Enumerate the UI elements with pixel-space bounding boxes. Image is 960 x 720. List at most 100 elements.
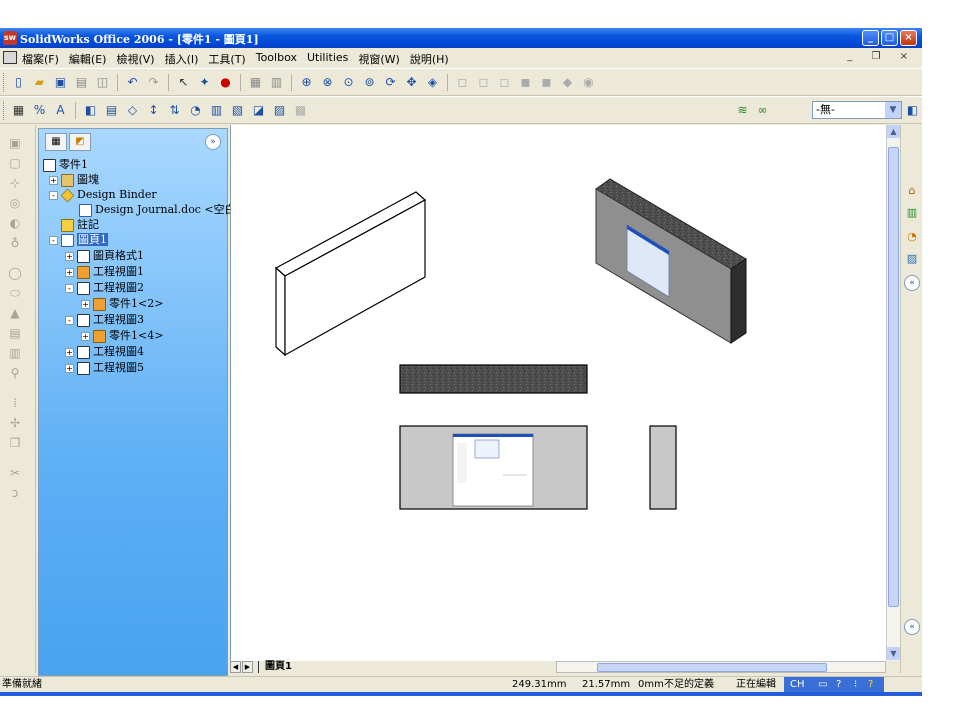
- arc-icon[interactable]: ◐: [7, 215, 23, 231]
- top-view-icon[interactable]: ◼: [538, 74, 555, 91]
- hatch-icon[interactable]: ▲: [7, 305, 23, 321]
- expand-panel-button[interactable]: »: [205, 134, 221, 150]
- solidworks-app-icon[interactable]: sw: [3, 31, 17, 45]
- collapse-task-pane-icon[interactable]: «: [904, 275, 920, 291]
- file-explorer-icon[interactable]: ◔: [904, 229, 920, 245]
- menu-edit[interactable]: 編輯(E): [69, 51, 107, 67]
- back-view-icon[interactable]: ◻: [475, 74, 492, 91]
- select-icon[interactable]: ↖: [175, 74, 192, 91]
- front-view-icon[interactable]: ◻: [454, 74, 471, 91]
- tree-node-root[interactable]: 零件1: [43, 157, 88, 172]
- tree-node-drawing-view-1[interactable]: + 工程視圖1: [65, 264, 144, 279]
- collapse-toggle[interactable]: -: [49, 190, 58, 200]
- tree-node-design-binder[interactable]: - Design Binder: [49, 187, 157, 202]
- aligned-section-icon[interactable]: ⇅: [166, 102, 183, 119]
- horizontal-scroll-thumb[interactable]: [597, 663, 827, 672]
- model-view-icon[interactable]: ◧: [82, 102, 99, 119]
- help-icon[interactable]: ?: [836, 677, 841, 692]
- collapse-toggle[interactable]: -: [65, 283, 74, 293]
- maximize-button[interactable]: □: [881, 30, 898, 46]
- sheet-next-button[interactable]: ▶: [242, 661, 253, 673]
- tree-node-part-1-4[interactable]: + 零件1<4>: [81, 328, 163, 343]
- horizontal-scrollbar[interactable]: [556, 661, 886, 673]
- expand-toggle[interactable]: +: [49, 175, 58, 185]
- tree-node-blocks[interactable]: + 圖塊: [49, 172, 99, 187]
- isometric-shaded-view[interactable]: [595, 178, 747, 344]
- ime-language[interactable]: CH: [790, 677, 805, 692]
- close-button[interactable]: ×: [900, 30, 917, 46]
- predefined-view-icon[interactable]: ▩: [292, 102, 309, 119]
- new-icon[interactable]: ▯: [10, 74, 27, 91]
- graphics-area[interactable]: [230, 125, 886, 661]
- top-view[interactable]: [399, 364, 588, 394]
- feature-manager-tab[interactable]: ▦: [45, 133, 67, 151]
- detail-view-icon[interactable]: ◔: [187, 102, 204, 119]
- broken-section-icon[interactable]: ▥: [208, 102, 225, 119]
- menu-insert[interactable]: 插入(I): [165, 51, 199, 67]
- zoom-fit-icon[interactable]: ⊕: [298, 74, 315, 91]
- move-icon[interactable]: ✢: [7, 415, 23, 431]
- zoom-area-icon[interactable]: ⊗: [319, 74, 336, 91]
- redo-icon[interactable]: ↷: [145, 74, 162, 91]
- copy-icon[interactable]: ❐: [7, 435, 23, 451]
- open-icon[interactable]: ▰: [31, 74, 48, 91]
- sheet-prev-button[interactable]: ◀: [230, 661, 241, 673]
- scroll-up-button[interactable]: ▲: [887, 125, 900, 138]
- ellipse-icon[interactable]: ⬭: [7, 285, 23, 301]
- expand-toggle[interactable]: +: [65, 251, 74, 261]
- toolbar-grip[interactable]: [3, 73, 6, 92]
- toolbar-grip[interactable]: [3, 101, 6, 120]
- tree-node-drawing-view-5[interactable]: + 工程視圖5: [65, 360, 144, 375]
- table-icon[interactable]: ▥: [7, 345, 23, 361]
- vertical-scrollbar[interactable]: ▲ ▼: [886, 125, 900, 661]
- expand-toggle[interactable]: +: [65, 347, 74, 357]
- annotation-icon[interactable]: A: [52, 102, 69, 119]
- extend-icon[interactable]: ↄ: [7, 485, 23, 501]
- layer-properties-icon[interactable]: ≋: [734, 102, 751, 119]
- tree-node-drawing-view-2[interactable]: - 工程視圖2: [65, 280, 144, 295]
- centerline-icon[interactable]: ⊹: [7, 175, 23, 191]
- layer-link-icon[interactable]: ∞: [754, 102, 771, 119]
- expand-toggle[interactable]: +: [81, 299, 90, 309]
- ime-options-icon[interactable]: ⁝: [854, 677, 857, 692]
- isometric-view-icon[interactable]: ◆: [559, 74, 576, 91]
- layer-icon[interactable]: ▥: [268, 74, 285, 91]
- vertical-scroll-thumb[interactable]: [888, 147, 899, 607]
- balloon-icon[interactable]: ⚲: [7, 365, 23, 381]
- tree-node-design-journal[interactable]: Design Journal.doc <空白>: [79, 202, 245, 217]
- spline-icon[interactable]: ♁: [7, 235, 23, 251]
- sketch-icon[interactable]: ▣: [7, 135, 23, 151]
- collapse-toggle[interactable]: -: [49, 235, 58, 245]
- menu-toolbox[interactable]: Toolbox: [256, 51, 297, 67]
- options-icon[interactable]: ●: [217, 74, 234, 91]
- design-library-icon[interactable]: ▥: [904, 205, 920, 221]
- sheet-tab-1[interactable]: 圖頁1: [258, 661, 318, 673]
- collapse-toggle[interactable]: -: [65, 315, 74, 325]
- trim-icon[interactable]: ✂: [7, 465, 23, 481]
- save-icon[interactable]: ▣: [52, 74, 69, 91]
- tree-node-sheet-format[interactable]: + 圖頁格式1: [65, 248, 144, 263]
- layer-toolbar-icon[interactable]: ◧: [904, 102, 921, 119]
- print-preview-icon[interactable]: ◫: [94, 74, 111, 91]
- expand-toggle[interactable]: +: [81, 331, 90, 341]
- pan-icon[interactable]: ✥: [403, 74, 420, 91]
- break-view-icon[interactable]: ▧: [229, 102, 246, 119]
- rebuild-icon[interactable]: ✦: [196, 74, 213, 91]
- tree-node-drawing-view-3[interactable]: - 工程視圖3: [65, 312, 144, 327]
- expand-task-pane-icon[interactable]: «: [904, 619, 920, 635]
- undo-icon[interactable]: ↶: [124, 74, 141, 91]
- tree-node-drawing-view-4[interactable]: + 工程視圖4: [65, 344, 144, 359]
- expand-toggle[interactable]: +: [65, 363, 74, 373]
- document-icon[interactable]: [3, 51, 17, 64]
- side-view[interactable]: [649, 425, 677, 510]
- tree-node-sheet1[interactable]: - 圖頁1: [49, 232, 108, 247]
- grid-icon[interactable]: ▦: [247, 74, 264, 91]
- zoom-selection-icon[interactable]: ⊚: [361, 74, 378, 91]
- view-palette-icon[interactable]: ▨: [904, 251, 920, 267]
- rotate-icon[interactable]: ⟳: [382, 74, 399, 91]
- layer-select[interactable]: -無- ▼: [812, 101, 902, 119]
- isometric-wireframe-view[interactable]: [274, 191, 427, 357]
- tree-node-part-1-2[interactable]: + 零件1<2>: [81, 296, 163, 311]
- menu-tools[interactable]: 工具(T): [208, 51, 245, 67]
- home-icon[interactable]: ⌂: [904, 183, 920, 199]
